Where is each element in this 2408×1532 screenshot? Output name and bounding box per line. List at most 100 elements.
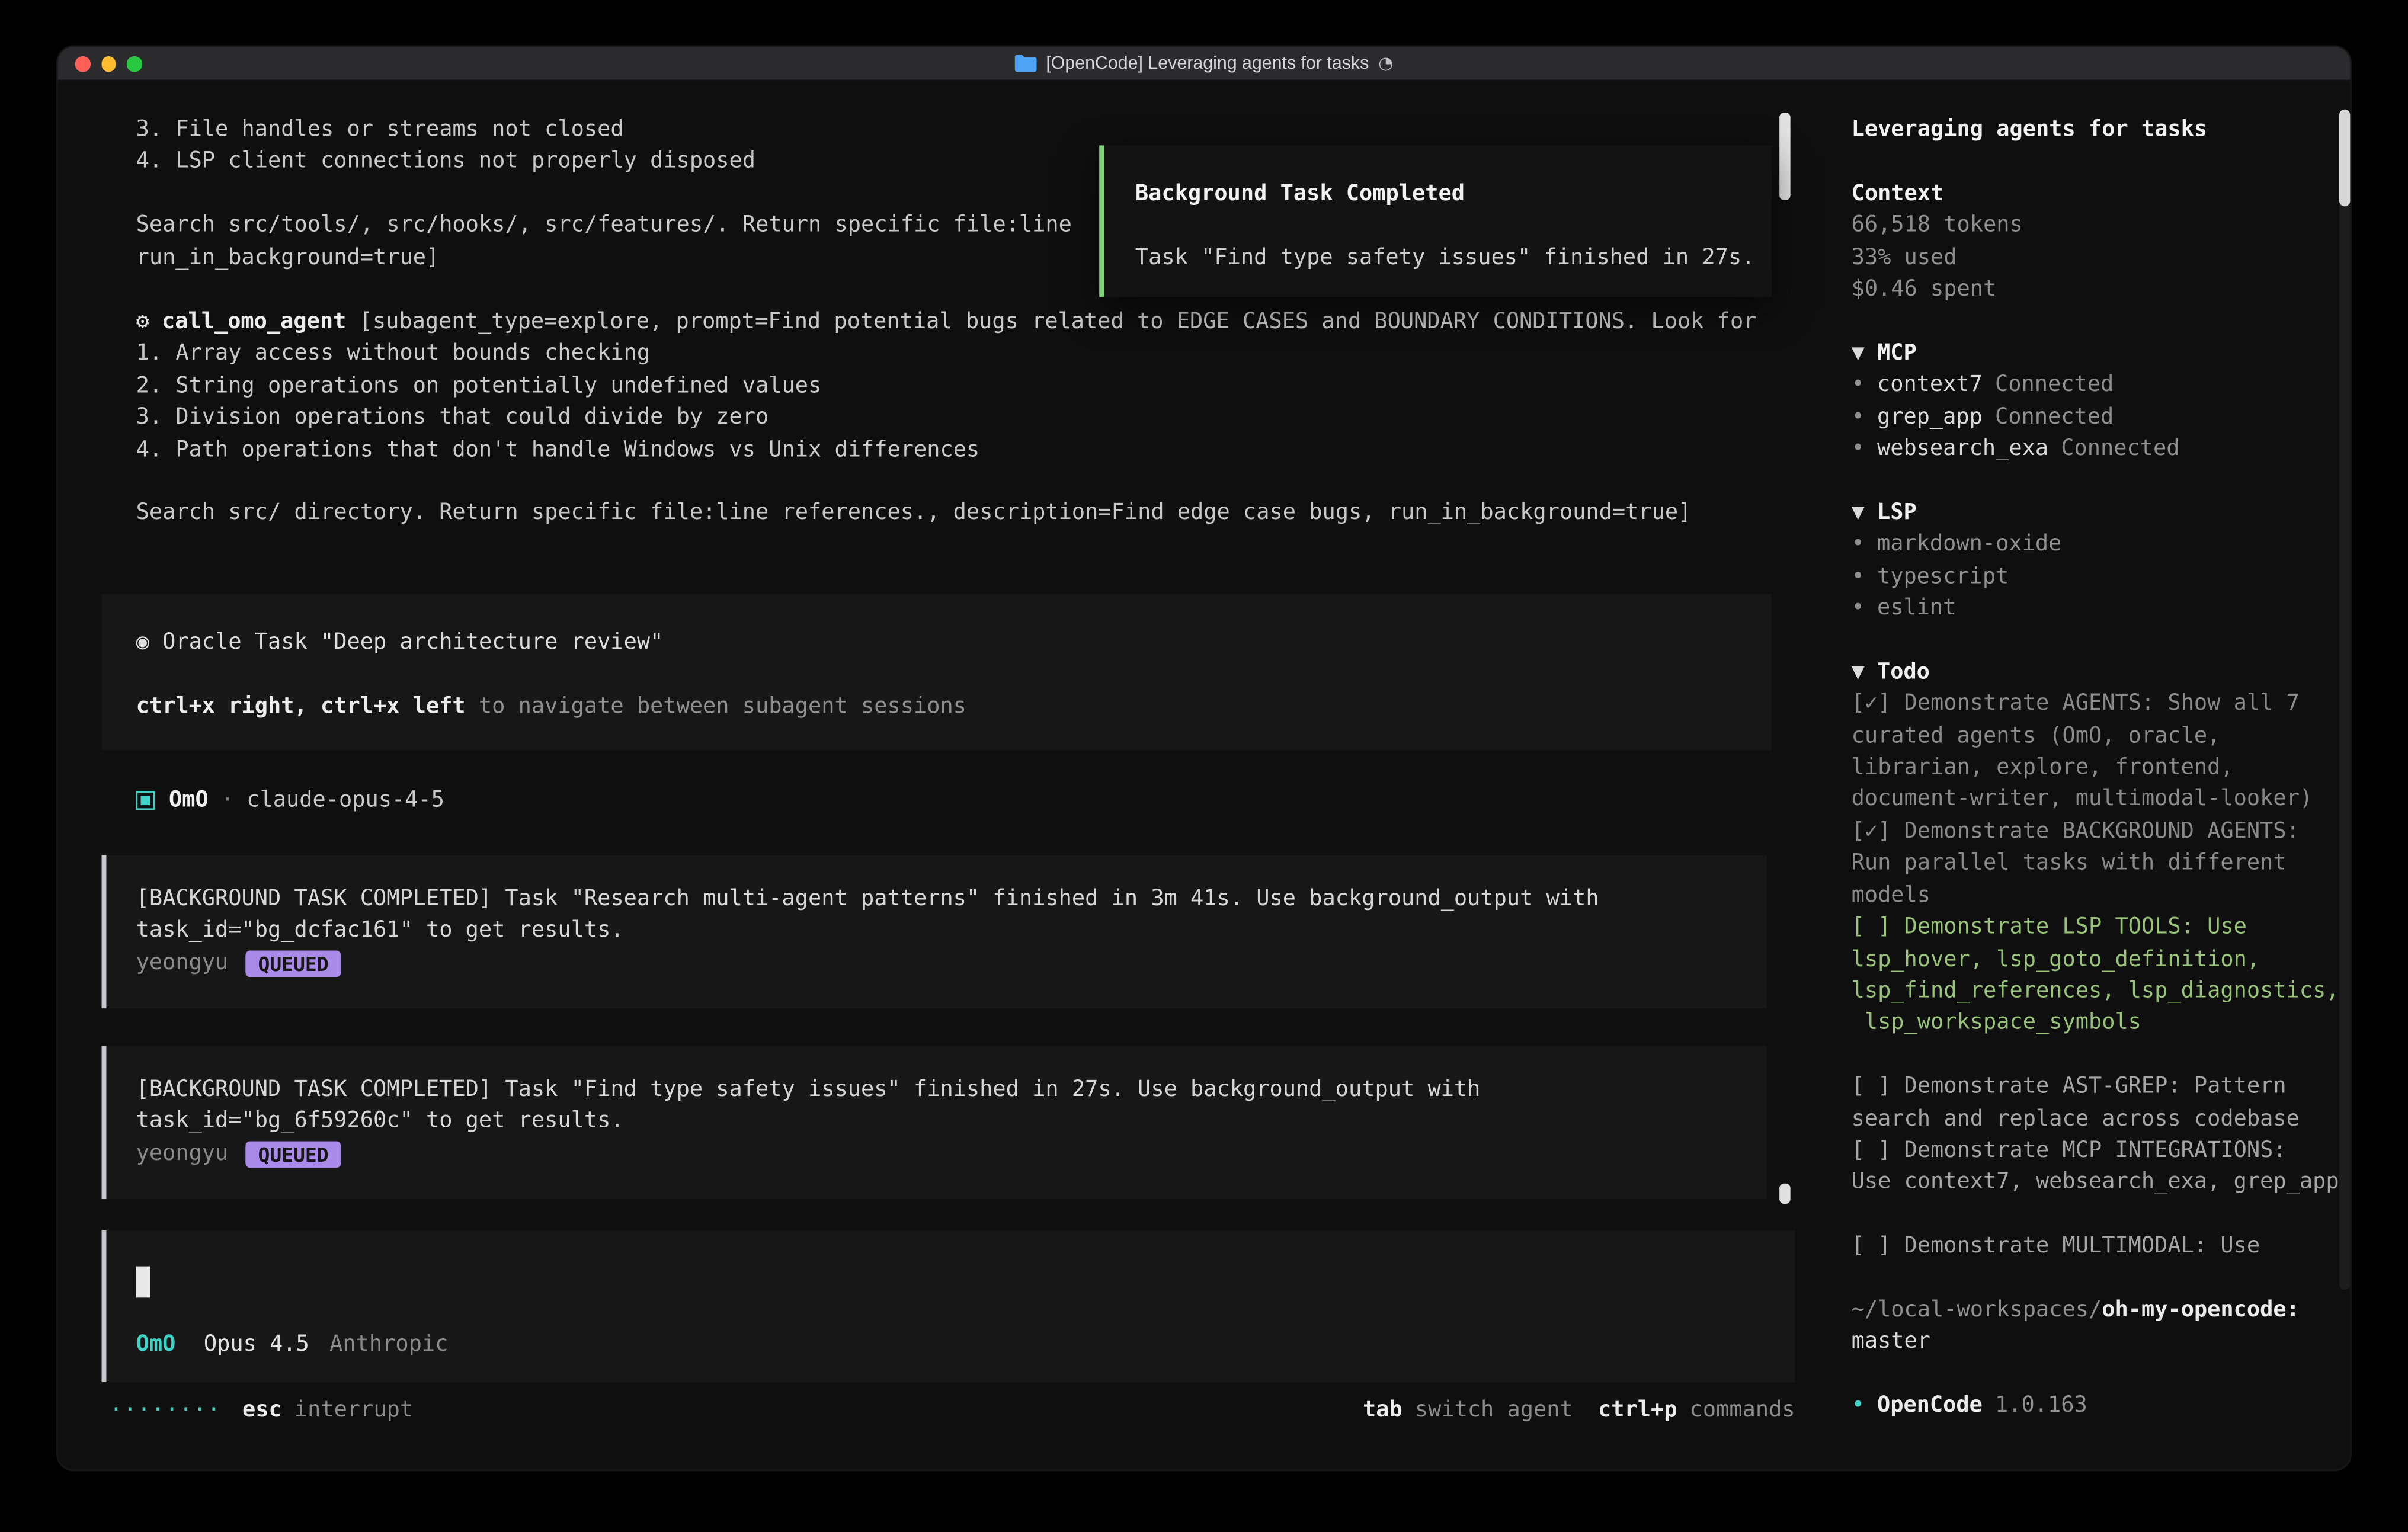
todo-item: [ ] Demonstrate MULTIMODAL: Use <box>1852 1230 2349 1262</box>
context-used: 33% used <box>1852 242 2349 274</box>
tool-call-line: Search src/ directory. Return specific f… <box>136 498 1772 530</box>
agent-name: OmO <box>169 785 209 817</box>
sidebar: Leveraging agents for tasks Context 66,5… <box>1852 114 2349 1422</box>
main-scrollbar-thumb[interactable] <box>1779 113 1790 200</box>
desktop-background: [OpenCode] Leveraging agents for tasks ◔… <box>0 0 2408 1532</box>
bullet-icon: • <box>1852 373 1865 398</box>
app-name: OpenCode <box>1877 1393 1983 1418</box>
chevron-down-icon: ▼ <box>1852 341 1865 366</box>
message-line: task_id="bg_6f59260c" to get results. <box>136 1106 1767 1138</box>
spinner-dots: ········ <box>110 1395 222 1427</box>
input-model-name: Opus 4.5 <box>204 1329 309 1361</box>
lsp-name: eslint <box>1877 596 1956 621</box>
message-author: yeongyu <box>136 1138 229 1170</box>
input-provider-name: Anthropic <box>329 1329 448 1361</box>
message-footer: yeongyu QUEUED <box>136 947 1767 979</box>
todo-line: [ ] Demonstrate MULTIMODAL: Use <box>1852 1230 2349 1262</box>
message-footer: yeongyu QUEUED <box>136 1138 1767 1170</box>
bullet-icon: • <box>1852 1393 1865 1418</box>
bullet-icon: • <box>1852 596 1865 621</box>
path-prefix: ~/local-workspaces/ <box>1852 1297 2102 1322</box>
tool-call-line: 3. Division operations that could divide… <box>136 402 1772 434</box>
mcp-item: •websearch_exaConnected <box>1852 433 2349 465</box>
message-author: yeongyu <box>136 947 229 979</box>
mcp-status: Connected <box>1995 373 2114 398</box>
close-button[interactable] <box>75 57 90 72</box>
minimize-button[interactable] <box>101 57 116 72</box>
zoom-button[interactable] <box>127 57 142 72</box>
notification-body: Task "Find type safety issues" finished … <box>1135 242 1740 274</box>
session-title: Leveraging agents for tasks <box>1852 114 2349 146</box>
ctrlp-key: ctrl+p <box>1598 1395 1677 1427</box>
oracle-task-title: ◉ Oracle Task "Deep architecture review" <box>136 627 1772 659</box>
agent-model: claude-opus-4-5 <box>246 785 444 817</box>
mcp-name: grep_app <box>1877 405 1983 430</box>
chat-message: [BACKGROUND TASK COMPLETED] Task "Find t… <box>102 1046 1767 1199</box>
sidebar-scrollbar-track[interactable] <box>2339 110 2350 1290</box>
log-line: 3. File handles or streams not closed <box>136 114 1772 146</box>
todo-item: [✓] Demonstrate BACKGROUND AGENTS: Run p… <box>1852 816 2349 912</box>
mcp-name: context7 <box>1877 373 1983 398</box>
todo-line: [ ] Demonstrate AST-GREP: Pattern <box>1852 1071 2349 1103</box>
todo-line: [ ] Demonstrate LSP TOOLS: Use <box>1852 912 2349 944</box>
separator-dot: · <box>221 785 234 817</box>
todo-line: librarian, explore, frontend, <box>1852 752 2349 784</box>
mcp-header[interactable]: ▼ MCP <box>1852 338 2349 370</box>
oracle-task-panel: ◉ Oracle Task "Deep architecture review"… <box>102 594 1772 751</box>
todo-line: lsp_find_references, lsp_diagnostics, <box>1852 975 2349 1007</box>
window-title: [OpenCode] Leveraging agents for tasks <box>1046 54 1369 73</box>
chevron-down-icon: ▼ <box>1852 659 1865 684</box>
lsp-name: markdown-oxide <box>1877 532 2061 557</box>
oracle-title-text: Oracle Task "Deep architecture review" <box>149 630 664 655</box>
todo-line: models <box>1852 880 2349 912</box>
tool-call-line: 4. Path operations that don't handle Win… <box>136 434 1772 466</box>
esc-label: interrupt <box>294 1398 413 1422</box>
mcp-name: websearch_exa <box>1877 436 2048 461</box>
path-repo: oh-my-opencode: <box>2102 1297 2300 1322</box>
todo-header[interactable]: ▼ Todo <box>1852 656 2349 688</box>
chevron-down-icon: ▼ <box>1852 500 1865 525</box>
lsp-section: ▼LSP •markdown-oxide •typescript •eslint <box>1852 497 2349 624</box>
tool-call-block: ⚙call_omo_agent [subagent_type=explore, … <box>136 306 1772 530</box>
main-scrollbar-marker[interactable] <box>1779 1184 1790 1204</box>
context-spent: $0.46 spent <box>1852 274 2349 306</box>
lsp-item: •typescript <box>1852 560 2349 592</box>
queued-badge: QUEUED <box>245 950 341 976</box>
prompt-input[interactable]: OmO Opus 4.5 Anthropic <box>102 1230 1795 1382</box>
mcp-status: Connected <box>2061 436 2179 461</box>
hint-keys: ctrl+x right, ctrl+x left <box>136 694 466 719</box>
tool-call-line: 2. String operations on potentially unde… <box>136 370 1772 402</box>
sidebar-scrollbar-thumb[interactable] <box>2339 110 2350 207</box>
todo-line: [✓] Demonstrate AGENTS: Show all 7 <box>1852 688 2349 720</box>
omo-agent-icon <box>136 791 155 810</box>
lsp-header-label: LSP <box>1877 500 1917 525</box>
lsp-header[interactable]: ▼ LSP <box>1852 497 2349 529</box>
window-titlebar[interactable]: [OpenCode] Leveraging agents for tasks ◔ <box>58 47 2351 81</box>
mcp-status: Connected <box>1995 405 2114 430</box>
tool-call-line: 1. Array access without bounds checking <box>136 338 1772 370</box>
tab-key: tab <box>1363 1395 1402 1427</box>
input-meta-row: OmO Opus 4.5 Anthropic <box>136 1329 449 1361</box>
tool-call-header: ⚙call_omo_agent [subagent_type=explore, … <box>136 306 1772 338</box>
message-line: task_id="bg_dcfac161" to get results. <box>136 915 1767 947</box>
project-path-line: ~/local-workspaces/oh-my-opencode: <box>1852 1294 2349 1326</box>
agent-session-header: OmO · claude-opus-4-5 <box>136 785 444 817</box>
input-agent-name: OmO <box>136 1329 176 1361</box>
message-line: [BACKGROUND TASK COMPLETED] Task "Find t… <box>136 1074 1767 1106</box>
ctrlp-label: commands <box>1690 1395 1795 1427</box>
todo-line: [ ] Demonstrate MCP INTEGRATIONS: <box>1852 1135 2349 1167</box>
todo-line: Use context7, websearch_exa, grep_app <box>1852 1167 2349 1199</box>
todo-header-label: Todo <box>1877 659 1930 684</box>
project-path: ~/local-workspaces/oh-my-opencode: maste… <box>1852 1294 2349 1358</box>
shortcut-hints: tab switch agent ctrl+p commands <box>1363 1395 1795 1427</box>
context-section: Context 66,518 tokens 33% used $0.46 spe… <box>1852 178 2349 305</box>
terminal-window: [OpenCode] Leveraging agents for tasks ◔… <box>58 47 2351 1469</box>
git-branch: master <box>1852 1326 2349 1358</box>
tool-call-line <box>136 466 1772 498</box>
notification-title: Background Task Completed <box>1135 178 1740 210</box>
todo-section: ▼ Todo [✓] Demonstrate AGENTS: Show all 7… <box>1852 656 2349 1262</box>
tool-name: call_omo_agent <box>162 310 346 335</box>
mcp-item: • context7 Connected <box>1852 369 2349 401</box>
todo-item: [✓] Demonstrate AGENTS: Show all 7 curat… <box>1852 688 2349 816</box>
mcp-header-label: MCP <box>1877 341 1917 366</box>
